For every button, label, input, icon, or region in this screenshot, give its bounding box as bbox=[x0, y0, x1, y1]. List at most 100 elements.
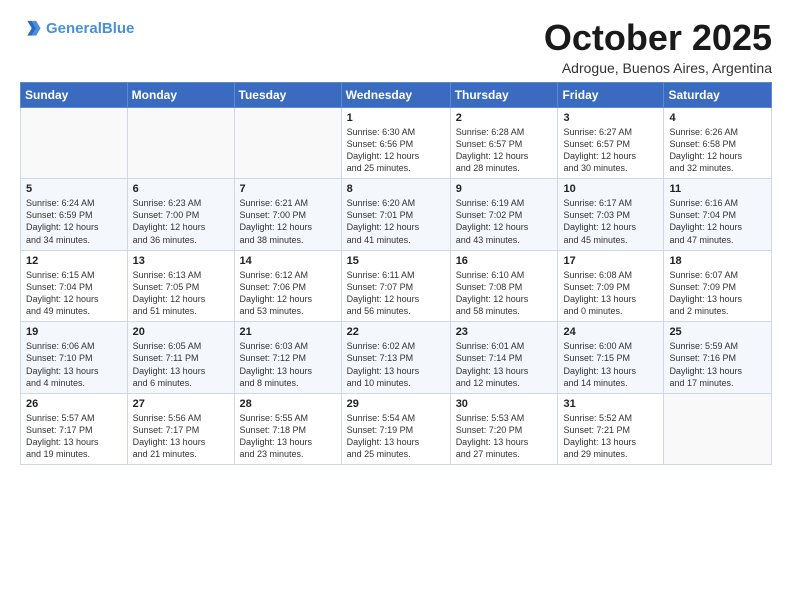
calendar-cell bbox=[664, 393, 772, 465]
day-number: 18 bbox=[669, 255, 766, 267]
day-number: 3 bbox=[563, 112, 658, 124]
month-title: October 2025 bbox=[544, 18, 772, 58]
calendar-cell: 18 Sunrise: 6:07 AM Sunset: 7:09 PM Dayli… bbox=[664, 250, 772, 322]
day-content: Sunrise: 6:12 AM Sunset: 7:06 PM Dayligh… bbox=[240, 269, 336, 318]
calendar-cell: 10Sunrise: 6:17 AM Sunset: 7:03 PM Dayli… bbox=[558, 179, 664, 251]
calendar-cell: 15Sunrise: 6:11 AM Sunset: 7:07 PM Dayli… bbox=[341, 250, 450, 322]
day-content: Sunrise: 6:16 AM Sunset: 7:04 PM Dayligh… bbox=[669, 197, 766, 246]
calendar-week-0: 1 Sunrise: 6:30 AM Sunset: 6:56 PM Daylig… bbox=[21, 107, 772, 179]
calendar-cell: 28 Sunrise: 5:55 AM Sunset: 7:18 PM Dayli… bbox=[234, 393, 341, 465]
calendar-cell: 2Sunrise: 6:28 AM Sunset: 6:57 PM Daylig… bbox=[450, 107, 558, 179]
day-number: 23 bbox=[456, 326, 553, 338]
calendar-body: 1 Sunrise: 6:30 AM Sunset: 6:56 PM Daylig… bbox=[21, 107, 772, 465]
day-content: Sunrise: 6:02 AM Sunset: 7:13 PM Dayligh… bbox=[347, 340, 445, 389]
col-friday: Friday bbox=[558, 82, 664, 107]
calendar-cell: 5 Sunrise: 6:24 AM Sunset: 6:59 PM Daylig… bbox=[21, 179, 128, 251]
col-tuesday: Tuesday bbox=[234, 82, 341, 107]
logo-blue: Blue bbox=[102, 20, 135, 37]
calendar-week-4: 26 Sunrise: 5:57 AM Sunset: 7:17 PM Dayli… bbox=[21, 393, 772, 465]
calendar-cell: 24 Sunrise: 6:00 AM Sunset: 7:15 PM Dayli… bbox=[558, 322, 664, 394]
col-sunday: Sunday bbox=[21, 82, 128, 107]
day-content: Sunrise: 6:24 AM Sunset: 6:59 PM Dayligh… bbox=[26, 197, 122, 246]
calendar-cell: 9Sunrise: 6:19 AM Sunset: 7:02 PM Daylig… bbox=[450, 179, 558, 251]
day-content: Sunrise: 6:00 AM Sunset: 7:15 PM Dayligh… bbox=[563, 340, 658, 389]
calendar-cell: 31 Sunrise: 5:52 AM Sunset: 7:21 PM Dayli… bbox=[558, 393, 664, 465]
day-number: 8 bbox=[347, 183, 445, 195]
day-content: Sunrise: 6:17 AM Sunset: 7:03 PM Dayligh… bbox=[563, 197, 658, 246]
calendar-cell: 7 Sunrise: 6:21 AM Sunset: 7:00 PM Daylig… bbox=[234, 179, 341, 251]
calendar-cell: 12Sunrise: 6:15 AM Sunset: 7:04 PM Dayli… bbox=[21, 250, 128, 322]
day-content: Sunrise: 6:21 AM Sunset: 7:00 PM Dayligh… bbox=[240, 197, 336, 246]
day-content: Sunrise: 6:11 AM Sunset: 7:07 PM Dayligh… bbox=[347, 269, 445, 318]
day-content: Sunrise: 6:13 AM Sunset: 7:05 PM Dayligh… bbox=[133, 269, 229, 318]
day-number: 6 bbox=[133, 183, 229, 195]
calendar-header: Sunday Monday Tuesday Wednesday Thursday… bbox=[21, 82, 772, 107]
day-content: Sunrise: 5:56 AM Sunset: 7:17 PM Dayligh… bbox=[133, 412, 229, 461]
logo-text: GeneralBlue bbox=[46, 20, 134, 38]
calendar-week-1: 5 Sunrise: 6:24 AM Sunset: 6:59 PM Daylig… bbox=[21, 179, 772, 251]
day-content: Sunrise: 6:06 AM Sunset: 7:10 PM Dayligh… bbox=[26, 340, 122, 389]
day-number: 22 bbox=[347, 326, 445, 338]
col-wednesday: Wednesday bbox=[341, 82, 450, 107]
title-block: October 2025 Adrogue, Buenos Aires, Arge… bbox=[544, 18, 772, 76]
day-number: 28 bbox=[240, 398, 336, 410]
day-number: 11 bbox=[669, 183, 766, 195]
calendar-cell bbox=[21, 107, 128, 179]
calendar-cell: 19 Sunrise: 6:06 AM Sunset: 7:10 PM Dayli… bbox=[21, 322, 128, 394]
day-number: 26 bbox=[26, 398, 122, 410]
day-number: 16 bbox=[456, 255, 553, 267]
calendar-cell: 11 Sunrise: 6:16 AM Sunset: 7:04 PM Dayli… bbox=[664, 179, 772, 251]
calendar-cell: 26 Sunrise: 5:57 AM Sunset: 7:17 PM Dayli… bbox=[21, 393, 128, 465]
calendar-cell: 20Sunrise: 6:05 AM Sunset: 7:11 PM Dayli… bbox=[127, 322, 234, 394]
day-number: 27 bbox=[133, 398, 229, 410]
calendar-cell: 23 Sunrise: 6:01 AM Sunset: 7:14 PM Dayli… bbox=[450, 322, 558, 394]
calendar-cell: 30 Sunrise: 5:53 AM Sunset: 7:20 PM Dayli… bbox=[450, 393, 558, 465]
header: GeneralBlue October 2025 Adrogue, Buenos… bbox=[20, 18, 772, 76]
day-number: 5 bbox=[26, 183, 122, 195]
day-content: Sunrise: 6:27 AM Sunset: 6:57 PM Dayligh… bbox=[563, 126, 658, 175]
calendar-cell: 13Sunrise: 6:13 AM Sunset: 7:05 PM Dayli… bbox=[127, 250, 234, 322]
day-content: Sunrise: 6:01 AM Sunset: 7:14 PM Dayligh… bbox=[456, 340, 553, 389]
calendar-cell: 27 Sunrise: 5:56 AM Sunset: 7:17 PM Dayli… bbox=[127, 393, 234, 465]
day-number: 19 bbox=[26, 326, 122, 338]
day-number: 25 bbox=[669, 326, 766, 338]
day-content: Sunrise: 6:07 AM Sunset: 7:09 PM Dayligh… bbox=[669, 269, 766, 318]
col-saturday: Saturday bbox=[664, 82, 772, 107]
logo: GeneralBlue bbox=[20, 18, 134, 40]
day-content: Sunrise: 6:30 AM Sunset: 6:56 PM Dayligh… bbox=[347, 126, 445, 175]
day-content: Sunrise: 5:57 AM Sunset: 7:17 PM Dayligh… bbox=[26, 412, 122, 461]
calendar-cell: 22 Sunrise: 6:02 AM Sunset: 7:13 PM Dayli… bbox=[341, 322, 450, 394]
day-number: 29 bbox=[347, 398, 445, 410]
weekday-row: Sunday Monday Tuesday Wednesday Thursday… bbox=[21, 82, 772, 107]
day-number: 17 bbox=[563, 255, 658, 267]
day-number: 12 bbox=[26, 255, 122, 267]
day-content: Sunrise: 6:26 AM Sunset: 6:58 PM Dayligh… bbox=[669, 126, 766, 175]
day-content: Sunrise: 5:52 AM Sunset: 7:21 PM Dayligh… bbox=[563, 412, 658, 461]
day-content: Sunrise: 5:59 AM Sunset: 7:16 PM Dayligh… bbox=[669, 340, 766, 389]
calendar-cell: 17 Sunrise: 6:08 AM Sunset: 7:09 PM Dayli… bbox=[558, 250, 664, 322]
calendar-week-2: 12Sunrise: 6:15 AM Sunset: 7:04 PM Dayli… bbox=[21, 250, 772, 322]
day-number: 30 bbox=[456, 398, 553, 410]
day-number: 4 bbox=[669, 112, 766, 124]
calendar-cell: 6 Sunrise: 6:23 AM Sunset: 7:00 PM Daylig… bbox=[127, 179, 234, 251]
day-content: Sunrise: 6:19 AM Sunset: 7:02 PM Dayligh… bbox=[456, 197, 553, 246]
calendar-cell: 1 Sunrise: 6:30 AM Sunset: 6:56 PM Daylig… bbox=[341, 107, 450, 179]
location-subtitle: Adrogue, Buenos Aires, Argentina bbox=[544, 60, 772, 76]
day-number: 31 bbox=[563, 398, 658, 410]
day-number: 24 bbox=[563, 326, 658, 338]
day-number: 2 bbox=[456, 112, 553, 124]
day-content: Sunrise: 5:54 AM Sunset: 7:19 PM Dayligh… bbox=[347, 412, 445, 461]
day-content: Sunrise: 5:53 AM Sunset: 7:20 PM Dayligh… bbox=[456, 412, 553, 461]
day-number: 1 bbox=[347, 112, 445, 124]
logo-icon bbox=[20, 18, 42, 40]
day-content: Sunrise: 6:23 AM Sunset: 7:00 PM Dayligh… bbox=[133, 197, 229, 246]
calendar-week-3: 19 Sunrise: 6:06 AM Sunset: 7:10 PM Dayli… bbox=[21, 322, 772, 394]
calendar-cell: 29 Sunrise: 5:54 AM Sunset: 7:19 PM Dayli… bbox=[341, 393, 450, 465]
day-number: 14 bbox=[240, 255, 336, 267]
day-number: 21 bbox=[240, 326, 336, 338]
day-content: Sunrise: 5:55 AM Sunset: 7:18 PM Dayligh… bbox=[240, 412, 336, 461]
calendar-cell: 21Sunrise: 6:03 AM Sunset: 7:12 PM Dayli… bbox=[234, 322, 341, 394]
day-content: Sunrise: 6:08 AM Sunset: 7:09 PM Dayligh… bbox=[563, 269, 658, 318]
day-content: Sunrise: 6:05 AM Sunset: 7:11 PM Dayligh… bbox=[133, 340, 229, 389]
day-number: 7 bbox=[240, 183, 336, 195]
